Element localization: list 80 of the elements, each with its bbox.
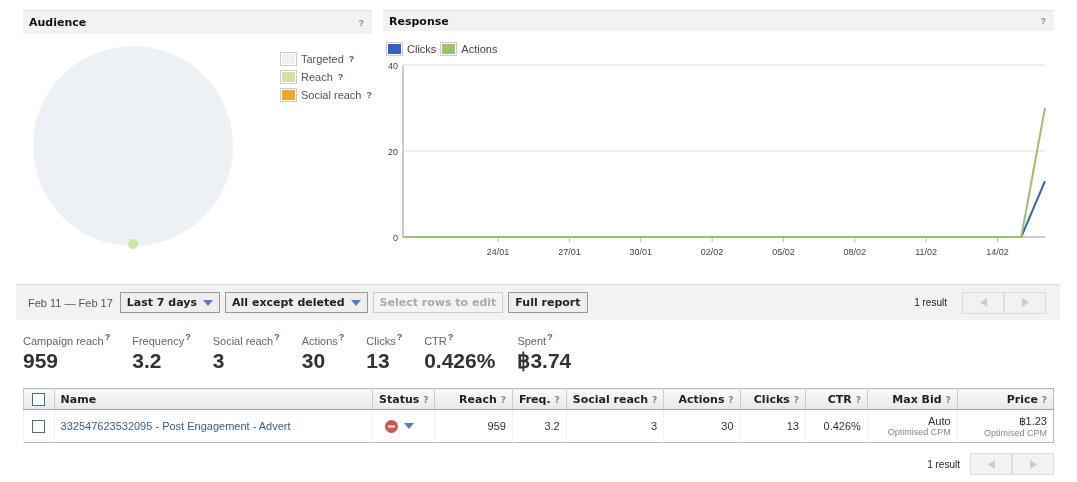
stat-label: Clicks xyxy=(366,334,396,347)
caret-icon xyxy=(203,299,214,306)
stat-label: Frequency xyxy=(132,334,185,347)
previous-page-button[interactable] xyxy=(970,453,1012,475)
stat-value: ฿3.74 xyxy=(517,348,572,373)
y-tick-label: 20 xyxy=(388,147,398,157)
dropdown-button[interactable]: All except deleted xyxy=(225,292,368,313)
campaign-link[interactable]: 332547623532095 - Post Engagement - Advert xyxy=(60,420,291,432)
stat-label: Spent xyxy=(517,334,547,347)
y-tick-label: 40 xyxy=(388,61,398,71)
column-header[interactable]: Status ? xyxy=(372,388,435,410)
column-header[interactable]: Reach ? xyxy=(434,388,513,410)
legend-label: Actions xyxy=(461,43,498,55)
column-header[interactable]: Social reach ? xyxy=(566,388,664,410)
right-triangle-icon xyxy=(1021,298,1029,307)
table-cell: ฿1.23 Optimised CPM xyxy=(957,409,1054,443)
left-triangle-icon xyxy=(987,459,995,469)
table-cell: Auto Optimised CPM xyxy=(867,409,958,443)
column-header[interactable]: CTR ? xyxy=(805,388,868,410)
column-header[interactable]: Max Bid ? xyxy=(867,388,958,410)
help-link[interactable]: ? xyxy=(366,90,372,100)
column-header[interactable]: Actions ? xyxy=(663,388,740,410)
help-link[interactable]: ? xyxy=(337,72,344,82)
stat-value: 3.2 xyxy=(132,348,163,373)
x-tick-label: 30/01 xyxy=(629,247,653,257)
x-tick-label: 02/02 xyxy=(700,247,724,257)
table-cell: 959 xyxy=(434,409,513,443)
result-count: 1 result xyxy=(927,458,960,470)
result-count: 1 result xyxy=(914,297,947,308)
next-page-button[interactable] xyxy=(1004,291,1046,314)
stat-label: Social reach xyxy=(212,334,274,347)
legend-label: Clicks xyxy=(407,43,437,55)
help-link[interactable]: ? xyxy=(274,332,280,342)
x-tick-label: 05/02 xyxy=(772,247,795,257)
stat-value: 30 xyxy=(301,348,327,373)
x-tick-label: 11/02 xyxy=(915,247,938,257)
stat-value: 3 xyxy=(212,348,226,373)
table-cell: 0.426% xyxy=(805,409,868,443)
legend-label: Social reach xyxy=(300,89,362,101)
help-link[interactable]: ? xyxy=(338,332,345,342)
next-page-button[interactable] xyxy=(1012,453,1054,475)
table-cell: 3 xyxy=(566,409,664,443)
stat-value: 13 xyxy=(366,348,391,373)
help-link[interactable]: ? xyxy=(185,332,191,342)
previous-page-button[interactable] xyxy=(962,291,1004,314)
stat-label: CTR xyxy=(424,334,447,347)
stat-value: 959 xyxy=(23,348,60,373)
help-link[interactable]: ? xyxy=(547,332,553,342)
right-triangle-icon xyxy=(1029,459,1037,469)
caret-icon xyxy=(350,299,361,306)
x-tick-label: 24/01 xyxy=(486,247,510,257)
help-link[interactable]: ? xyxy=(447,332,454,342)
row-checkbox[interactable] xyxy=(32,419,46,433)
dropdown-button[interactable]: Last 7 days xyxy=(119,292,221,313)
status-menu-icon xyxy=(404,423,415,430)
stat-value: 0.426% xyxy=(424,348,496,373)
help-link[interactable]: ? xyxy=(396,332,403,342)
select-all-checkbox[interactable] xyxy=(32,392,46,406)
table-cell: 13 xyxy=(740,409,806,443)
column-header[interactable]: Price ? xyxy=(957,388,1054,410)
legend-label: Reach xyxy=(300,71,333,83)
date-range: Feb 11 — Feb 17 xyxy=(28,296,113,309)
help-link[interactable]: ? xyxy=(348,54,355,64)
table-cell: 30 xyxy=(663,409,740,443)
x-tick-label: 27/01 xyxy=(558,247,581,257)
table-cell: 3.2 xyxy=(512,409,567,443)
legend-label: Targeted xyxy=(300,53,344,65)
toolbar-button[interactable]: Full report xyxy=(508,292,588,313)
x-tick-label: 14/02 xyxy=(986,247,1009,257)
column-header[interactable]: Name xyxy=(54,388,373,410)
y-tick-label: 0 xyxy=(393,233,398,243)
panel-title: Response xyxy=(389,14,449,28)
x-tick-label: 08/02 xyxy=(843,247,867,257)
stat-label: Actions xyxy=(301,334,338,347)
stat-label: Campaign reach xyxy=(23,334,104,347)
column-header[interactable]: Freq. ? xyxy=(512,388,567,410)
panel-title: Audience xyxy=(29,16,87,29)
column-header[interactable]: Clicks ? xyxy=(740,388,806,410)
help-link[interactable]: ? xyxy=(104,332,111,342)
left-triangle-icon xyxy=(979,298,987,307)
